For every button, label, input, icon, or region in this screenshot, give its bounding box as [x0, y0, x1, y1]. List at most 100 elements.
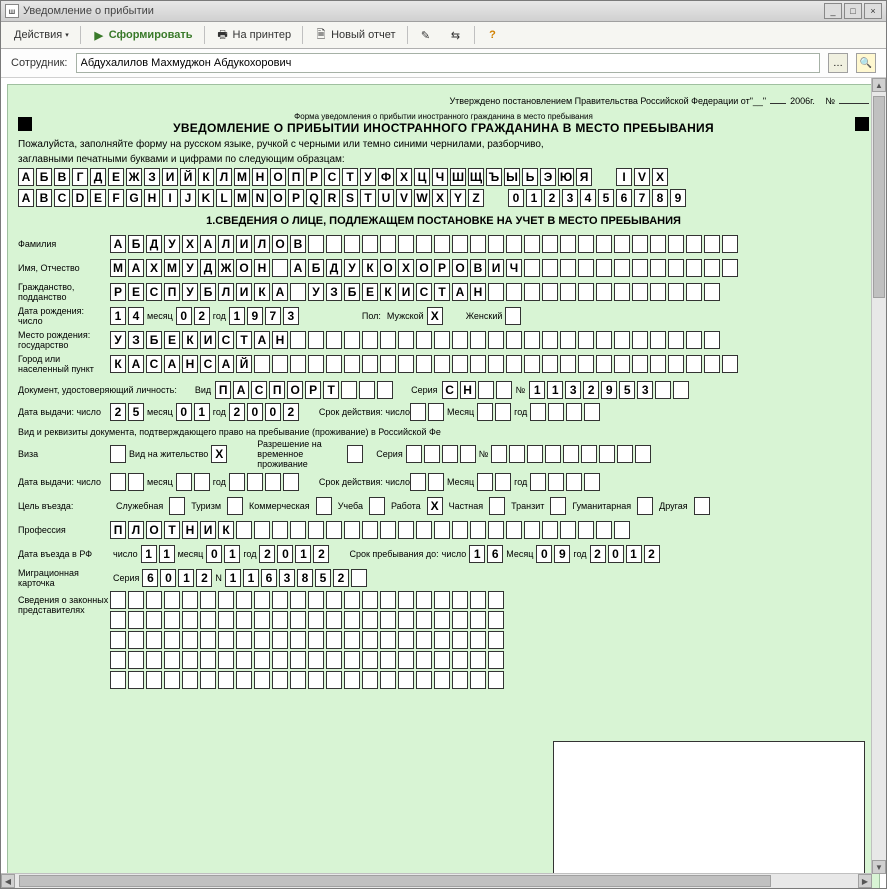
char-box[interactable] — [452, 235, 468, 253]
char-box[interactable]: К — [362, 259, 378, 277]
char-box[interactable] — [200, 591, 216, 609]
char-box[interactable]: У — [164, 235, 180, 253]
char-box[interactable] — [470, 671, 486, 689]
char-box[interactable]: 9 — [554, 545, 570, 563]
char-box[interactable]: 1 — [141, 545, 157, 563]
char-box[interactable] — [236, 631, 252, 649]
char-box[interactable] — [164, 651, 180, 669]
char-box[interactable] — [362, 235, 378, 253]
char-box[interactable] — [290, 671, 306, 689]
char-box[interactable] — [344, 651, 360, 669]
char-box[interactable]: 1 — [110, 307, 126, 325]
char-box[interactable]: А — [254, 331, 270, 349]
char-box[interactable] — [650, 331, 666, 349]
char-box[interactable] — [398, 591, 414, 609]
char-box[interactable] — [477, 403, 493, 421]
char-box[interactable]: С — [200, 355, 216, 373]
char-box[interactable]: К — [254, 283, 270, 301]
char-box[interactable]: З — [326, 283, 342, 301]
char-box[interactable] — [398, 651, 414, 669]
char-box[interactable] — [614, 355, 630, 373]
char-box[interactable]: Б — [128, 235, 144, 253]
char-box[interactable] — [398, 671, 414, 689]
char-box[interactable]: 1 — [547, 381, 563, 399]
char-box[interactable]: У — [182, 283, 198, 301]
char-box[interactable] — [290, 591, 306, 609]
char-box[interactable]: П — [269, 381, 285, 399]
char-box[interactable] — [524, 331, 540, 349]
char-box[interactable]: У — [308, 283, 324, 301]
char-box[interactable]: 1 — [224, 545, 240, 563]
char-box[interactable] — [351, 569, 367, 587]
char-box[interactable] — [110, 473, 126, 491]
char-box[interactable] — [560, 355, 576, 373]
char-box[interactable]: О — [380, 259, 396, 277]
char-box[interactable] — [308, 331, 324, 349]
char-box[interactable]: Н — [182, 355, 198, 373]
vertical-scrollbar[interactable]: ▲ ▼ — [871, 78, 886, 874]
char-box[interactable] — [272, 521, 288, 539]
char-box[interactable] — [614, 259, 630, 277]
char-box[interactable] — [596, 259, 612, 277]
search-employee-button[interactable]: 🔍 — [856, 53, 876, 73]
char-box[interactable]: 0 — [265, 403, 281, 421]
char-box[interactable] — [542, 331, 558, 349]
char-box[interactable]: М — [110, 259, 126, 277]
char-box[interactable] — [524, 521, 540, 539]
char-box[interactable] — [290, 521, 306, 539]
maximize-button[interactable]: □ — [844, 3, 862, 19]
char-box[interactable] — [527, 445, 543, 463]
char-box[interactable]: 0 — [608, 545, 624, 563]
char-box[interactable] — [326, 631, 342, 649]
char-box[interactable] — [530, 473, 546, 491]
char-box[interactable] — [488, 591, 504, 609]
purpose-work-check[interactable]: X — [427, 497, 443, 515]
char-box[interactable] — [218, 631, 234, 649]
char-box[interactable] — [344, 235, 360, 253]
print-button[interactable]: 🖶На принтер — [209, 25, 299, 45]
char-box[interactable]: 8 — [297, 569, 313, 587]
char-box[interactable]: Е — [362, 283, 378, 301]
char-box[interactable] — [470, 331, 486, 349]
char-box[interactable] — [416, 331, 432, 349]
char-box[interactable]: Б — [200, 283, 216, 301]
char-box[interactable] — [477, 473, 493, 491]
char-box[interactable] — [218, 651, 234, 669]
char-box[interactable]: 1 — [529, 381, 545, 399]
char-box[interactable] — [470, 235, 486, 253]
char-box[interactable]: Р — [110, 283, 126, 301]
char-box[interactable] — [704, 259, 720, 277]
char-box[interactable] — [488, 521, 504, 539]
char-box[interactable]: И — [488, 259, 504, 277]
char-box[interactable] — [506, 355, 522, 373]
char-box[interactable]: 2 — [110, 403, 126, 421]
char-box[interactable] — [254, 631, 270, 649]
char-box[interactable] — [548, 473, 564, 491]
char-box[interactable] — [308, 591, 324, 609]
char-box[interactable] — [344, 631, 360, 649]
char-box[interactable] — [380, 331, 396, 349]
scroll-thumb-h[interactable] — [19, 875, 771, 887]
char-box[interactable] — [614, 331, 630, 349]
char-box[interactable] — [128, 671, 144, 689]
char-box[interactable] — [563, 445, 579, 463]
char-box[interactable] — [470, 631, 486, 649]
char-box[interactable] — [326, 591, 342, 609]
char-box[interactable] — [272, 355, 288, 373]
char-box[interactable] — [452, 331, 468, 349]
char-box[interactable] — [488, 283, 504, 301]
char-box[interactable] — [416, 651, 432, 669]
char-box[interactable]: А — [290, 259, 306, 277]
char-box[interactable] — [722, 259, 738, 277]
char-box[interactable] — [308, 355, 324, 373]
char-box[interactable]: А — [200, 235, 216, 253]
char-box[interactable] — [182, 591, 198, 609]
char-box[interactable]: К — [218, 521, 234, 539]
char-box[interactable] — [218, 671, 234, 689]
char-box[interactable]: З — [128, 331, 144, 349]
char-box[interactable]: О — [146, 521, 162, 539]
char-box[interactable] — [488, 235, 504, 253]
char-box[interactable] — [434, 591, 450, 609]
char-box[interactable] — [380, 611, 396, 629]
char-box[interactable] — [398, 611, 414, 629]
